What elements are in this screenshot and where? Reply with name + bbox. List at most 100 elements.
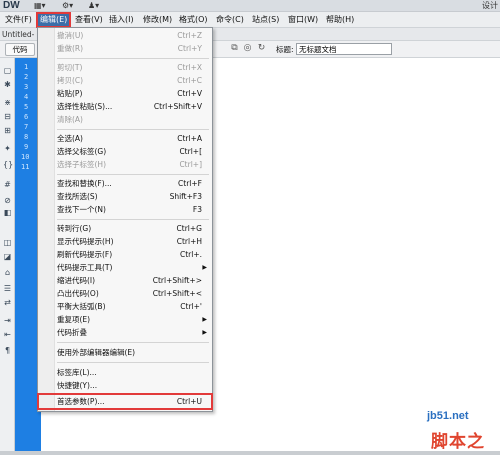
menu-item-tag-libraries[interactable]: 标签库(L)... bbox=[38, 366, 212, 379]
menu-help[interactable]: 帮助(H) bbox=[324, 14, 356, 26]
user-icon[interactable]: ♟▾ bbox=[88, 0, 99, 12]
menu-item-select-all[interactable]: 全选(A) Ctrl+A bbox=[38, 132, 212, 145]
menu-insert[interactable]: 插入(I) bbox=[107, 14, 136, 26]
line-numbers-icon[interactable]: # bbox=[3, 180, 12, 189]
preview-icon[interactable]: ◎ bbox=[242, 43, 253, 54]
move-css-icon[interactable]: ⇄ bbox=[3, 298, 12, 307]
menu-item-label: 缩进代码(I) bbox=[57, 276, 96, 285]
line-number: 9 bbox=[24, 143, 29, 151]
multiscreen-icon[interactable]: ⧉ bbox=[229, 43, 240, 54]
menu-item-label: 拷贝(C) bbox=[57, 76, 84, 85]
wrap-tag-icon[interactable]: ⌂ bbox=[3, 268, 12, 277]
menu-item-select-child-tag[interactable]: 选择子标签(H) Ctrl+] bbox=[38, 158, 212, 171]
menu-item-refresh-code-hints[interactable]: 刷新代码提示(F) Ctrl+. bbox=[38, 248, 212, 261]
document-title-input[interactable] bbox=[296, 43, 392, 55]
menu-item-shortcut: Ctrl+[ bbox=[179, 147, 202, 156]
menu-item-paste[interactable]: 粘贴(P) Ctrl+V bbox=[38, 87, 212, 100]
menu-item-label: 转到行(G) bbox=[57, 224, 92, 233]
menu-view[interactable]: 查看(V) bbox=[73, 14, 105, 26]
title-label: 标题: bbox=[276, 45, 294, 54]
menu-item-go-to-line[interactable]: 转到行(G) Ctrl+G bbox=[38, 222, 212, 235]
show-code-navigator-icon[interactable]: ✱ bbox=[3, 80, 12, 89]
workspace-switcher[interactable]: 设计 bbox=[482, 0, 498, 12]
balance-braces-icon[interactable]: {} bbox=[3, 160, 13, 169]
menu-item-select-parent-tag[interactable]: 选择父标签(G) Ctrl+[ bbox=[38, 145, 212, 158]
outdent-code-icon[interactable]: ⇤ bbox=[3, 330, 12, 339]
menu-item-label: 代码提示工具(T) bbox=[57, 263, 113, 272]
menu-item-label: 粘贴(P) bbox=[57, 89, 83, 98]
menu-item-copy[interactable]: 拷贝(C) Ctrl+C bbox=[38, 74, 212, 87]
menu-separator bbox=[57, 342, 209, 343]
open-documents-icon[interactable]: ▢ bbox=[3, 66, 12, 75]
highlight-invalid-icon[interactable]: ⊘ bbox=[3, 196, 12, 205]
menu-item-shortcut: Ctrl+' bbox=[180, 302, 202, 311]
document-tab[interactable]: Untitled- bbox=[2, 29, 40, 41]
menu-item-clear[interactable]: 清除(A) bbox=[38, 113, 212, 126]
menu-item-shortcut: Ctrl+Shift+< bbox=[152, 289, 202, 298]
title-bar: DW ▦▾ ⚙▾ ♟▾ 设计 bbox=[0, 0, 500, 12]
line-number: 8 bbox=[24, 133, 29, 141]
menu-item-label: 选择子标签(H) bbox=[57, 160, 106, 169]
menu-item-shortcut: Ctrl+Y bbox=[177, 44, 202, 53]
menu-item-shortcut: Ctrl+G bbox=[176, 224, 202, 233]
menu-item-shortcut: Ctrl+Shift+> bbox=[152, 276, 202, 285]
menu-item-find-next[interactable]: 查找下一个(N) F3 bbox=[38, 203, 212, 216]
menu-commands[interactable]: 命令(C) bbox=[214, 14, 246, 26]
gear-icon[interactable]: ⚙▾ bbox=[62, 0, 73, 12]
apply-comment-icon[interactable]: ◫ bbox=[3, 238, 12, 247]
indent-code-icon[interactable]: ⇥ bbox=[3, 316, 12, 325]
format-source-icon[interactable]: ¶ bbox=[3, 346, 12, 355]
menu-item-code-hint-tools[interactable]: 代码提示工具(T) ▶ bbox=[38, 261, 212, 274]
menu-item-label: 显示代码提示(H) bbox=[57, 237, 114, 246]
menu-bar: 文件(F) 编辑(E) 查看(V) 插入(I) 修改(M) 格式(O) 命令(C… bbox=[0, 12, 500, 28]
menu-site[interactable]: 站点(S) bbox=[250, 14, 281, 26]
menu-item-label: 快捷键(Y)... bbox=[57, 381, 98, 390]
line-number: 1 bbox=[24, 63, 29, 71]
menu-item-redo[interactable]: 重做(R) Ctrl+Y bbox=[38, 42, 212, 55]
expand-all-icon[interactable]: ⊞ bbox=[3, 126, 12, 135]
menu-item-shortcut: Ctrl+X bbox=[177, 63, 202, 72]
menu-item-indent-code[interactable]: 缩进代码(I) Ctrl+Shift+> bbox=[38, 274, 212, 287]
menu-format[interactable]: 格式(O) bbox=[177, 14, 210, 26]
app-logo: DW bbox=[3, 0, 20, 11]
menu-item-find-selection[interactable]: 查找所选(S) Shift+F3 bbox=[38, 190, 212, 203]
recent-snippets-icon[interactable]: ☰ bbox=[3, 284, 12, 293]
remove-comment-icon[interactable]: ◪ bbox=[3, 252, 12, 261]
line-number: 11 bbox=[21, 163, 30, 171]
menu-item-find-replace[interactable]: 查找和替换(F)... Ctrl+F bbox=[38, 177, 212, 190]
layout-icon[interactable]: ▦▾ bbox=[34, 0, 46, 12]
collapse-selection-icon[interactable]: ⊟ bbox=[3, 112, 12, 121]
menu-item-label: 剪切(T) bbox=[57, 63, 83, 72]
collapse-tag-icon[interactable]: ⋇ bbox=[3, 98, 12, 107]
select-parent-tag-icon[interactable]: ✦ bbox=[3, 144, 12, 153]
refresh-icon[interactable]: ↻ bbox=[256, 43, 267, 54]
menu-item-balance-braces[interactable]: 平衡大括弧(B) Ctrl+' bbox=[38, 300, 212, 313]
menu-item-undo[interactable]: 撤消(U) Ctrl+Z bbox=[38, 29, 212, 42]
menu-item-label: 标签库(L)... bbox=[57, 368, 97, 377]
code-view-button[interactable]: 代码 bbox=[5, 43, 35, 56]
menu-item-repeating-items[interactable]: 重复项(E) ▶ bbox=[38, 313, 212, 326]
menu-item-paste-special[interactable]: 选择性粘贴(S)... Ctrl+Shift+V bbox=[38, 100, 212, 113]
menu-item-preferences[interactable]: 首选参数(P)... Ctrl+U bbox=[37, 393, 213, 410]
line-number: 6 bbox=[24, 113, 29, 121]
menu-separator bbox=[57, 362, 209, 363]
line-number: 3 bbox=[24, 83, 29, 91]
menu-item-edit-with-external-editor[interactable]: 使用外部编辑器编辑(E) bbox=[38, 346, 212, 359]
menu-edit[interactable]: 编辑(E) bbox=[35, 12, 72, 28]
menu-item-show-code-hints[interactable]: 显示代码提示(H) Ctrl+H bbox=[38, 235, 212, 248]
submenu-arrow-icon: ▶ bbox=[202, 264, 207, 271]
menu-item-code-collapse[interactable]: 代码折叠 ▶ bbox=[38, 326, 212, 339]
line-number: 4 bbox=[24, 93, 29, 101]
menu-item-keyboard-shortcuts[interactable]: 快捷键(Y)... bbox=[38, 379, 212, 392]
menu-window[interactable]: 窗口(W) bbox=[286, 14, 320, 26]
menu-item-label: 首选参数(P)... bbox=[57, 397, 105, 406]
menu-separator bbox=[57, 58, 209, 59]
menu-item-outdent-code[interactable]: 凸出代码(O) Ctrl+Shift+< bbox=[38, 287, 212, 300]
menu-item-label: 重做(R) bbox=[57, 44, 84, 53]
menu-modify[interactable]: 修改(M) bbox=[141, 14, 174, 26]
syntax-coloring-icon[interactable]: ◧ bbox=[3, 208, 12, 217]
menu-file[interactable]: 文件(F) bbox=[3, 14, 34, 26]
watermark: jb51.net 脚本之家 bbox=[405, 410, 499, 454]
menu-item-label: 选择父标签(G) bbox=[57, 147, 107, 156]
menu-item-cut[interactable]: 剪切(T) Ctrl+X bbox=[38, 61, 212, 74]
